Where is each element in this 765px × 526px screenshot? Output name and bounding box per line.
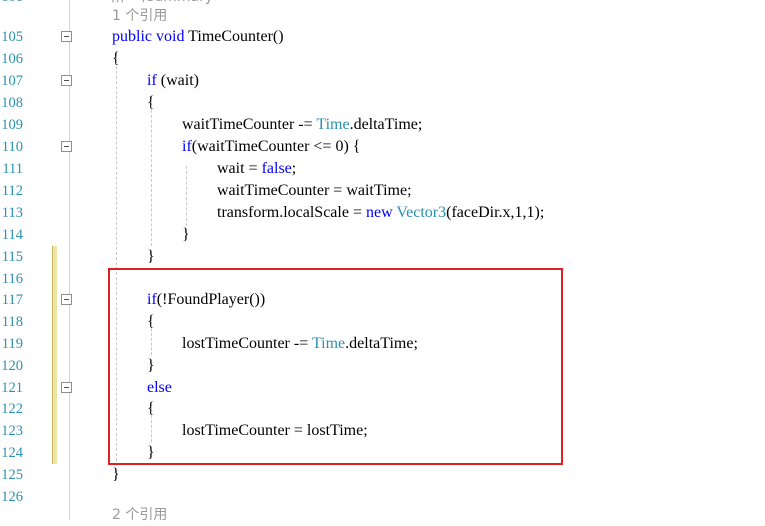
codelens-references[interactable]: 1 个引用 <box>112 5 167 27</box>
collapse-icon[interactable] <box>61 141 72 152</box>
code-text: } <box>147 248 155 265</box>
collapse-icon[interactable] <box>61 294 72 305</box>
code-line-112: 112 waitTimeCounter = waitTime; <box>0 180 765 202</box>
code-line-107: 107 if (wait) <box>0 70 765 92</box>
collapse-icon[interactable] <box>61 382 72 393</box>
change-marker <box>52 268 57 290</box>
line-number: 118 <box>1 314 23 330</box>
highlight-annotation-box <box>108 268 563 465</box>
line-number: 112 <box>1 183 23 199</box>
line-number: 122 <box>1 401 23 417</box>
code-line-110: 110 if(waitTimeCounter <= 0) { <box>0 136 765 158</box>
code-line-109: 109 waitTimeCounter -= Time.deltaTime; <box>0 114 765 136</box>
code-line-105: 105 public void TimeCounter() <box>0 26 765 48</box>
code-text: if (wait) <box>147 72 199 89</box>
code-line-111: 111 wait = false; <box>0 158 765 180</box>
line-number: 116 <box>1 271 23 287</box>
line-number: 110 <box>1 139 23 155</box>
collapse-icon[interactable] <box>61 75 72 86</box>
change-marker <box>52 442 57 464</box>
change-marker <box>52 246 57 268</box>
line-number: 113 <box>1 205 23 221</box>
line-number: 108 <box>1 95 23 111</box>
indent-guide <box>151 100 152 246</box>
line-number: 107 <box>1 73 23 89</box>
line-number: 125 <box>1 467 23 483</box>
code-text: transform.localScale = new Vector3(faceD… <box>217 204 545 221</box>
line-number: 109 <box>1 117 23 133</box>
change-marker <box>52 289 57 311</box>
line-number: 117 <box>1 292 23 308</box>
change-marker <box>52 333 57 355</box>
line-number: 111 <box>2 161 23 177</box>
change-marker <box>52 377 57 399</box>
change-marker <box>52 311 57 333</box>
line-number: 115 <box>1 249 23 265</box>
line-number: 106 <box>1 51 23 67</box>
code-text: } <box>182 226 190 243</box>
code-line-125: 125 } <box>0 464 765 486</box>
collapse-icon[interactable] <box>61 31 72 42</box>
line-number: 119 <box>1 336 23 352</box>
codelens-references[interactable]: 2 个引用 <box>112 504 167 526</box>
line-number: 114 <box>1 227 23 243</box>
code-text: waitTimeCounter = waitTime; <box>217 182 412 199</box>
change-marker <box>52 355 57 377</box>
code-line-114: 114 } <box>0 224 765 246</box>
code-line-113: 113 transform.localScale = new Vector3(f… <box>0 202 765 224</box>
code-line-108: 108 { <box>0 92 765 114</box>
code-text: } <box>112 466 120 483</box>
line-number: 124 <box>1 445 23 461</box>
line-number: 123 <box>1 423 23 439</box>
code-text: if(waitTimeCounter <= 0) { <box>182 138 361 155</box>
code-text: waitTimeCounter -= Time.deltaTime; <box>182 116 423 133</box>
line-number: 120 <box>1 358 23 374</box>
change-marker <box>52 420 57 442</box>
code-text: wait = false; <box>217 160 297 177</box>
codelens-line: 2 个引用 <box>0 504 765 526</box>
code-line-115: 115 } <box>0 246 765 268</box>
line-number: 121 <box>1 380 23 396</box>
codelens-line: 1 个引用 <box>0 5 765 27</box>
change-marker <box>52 398 57 420</box>
code-line-106: 106 { <box>0 48 765 70</box>
code-text: public void TimeCounter() <box>112 28 284 45</box>
indent-guide <box>186 166 187 226</box>
line-number: 105 <box>1 29 23 45</box>
